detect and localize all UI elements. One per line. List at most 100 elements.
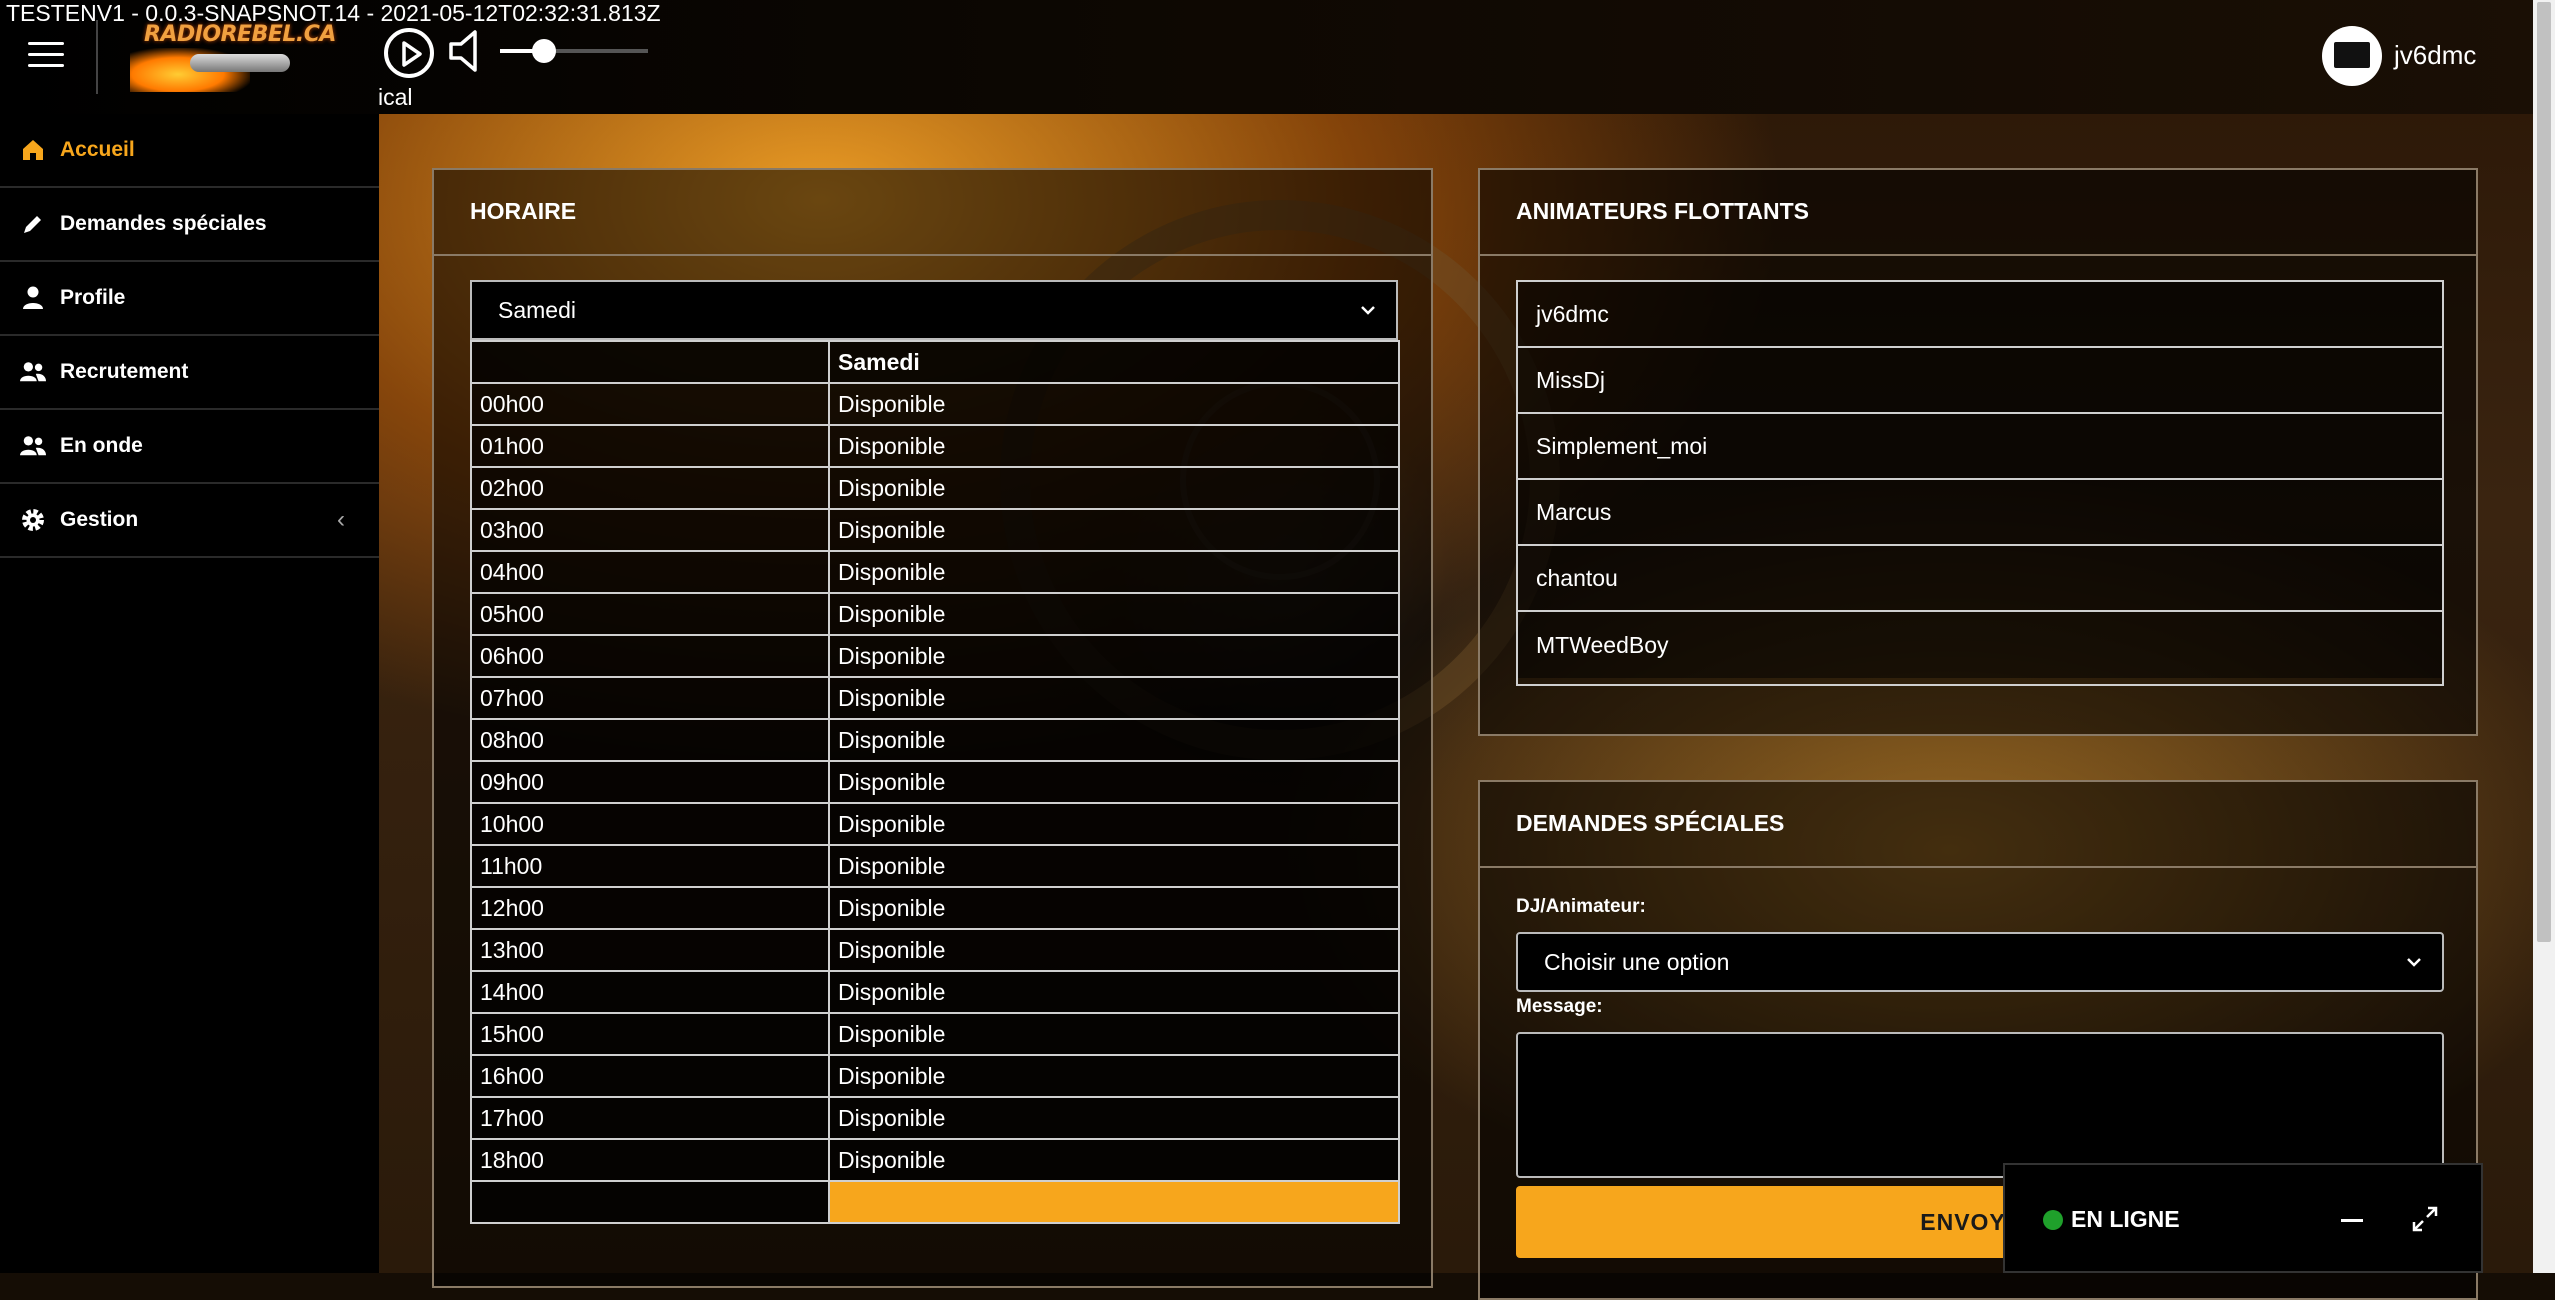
status-cell[interactable]: Disponible bbox=[828, 844, 1400, 888]
table-row: 16h00 Disponible bbox=[470, 1054, 1400, 1098]
chevron-down-icon bbox=[2407, 958, 2421, 967]
table-row: 06h00 Disponible bbox=[470, 634, 1400, 678]
status-cell[interactable]: Disponible bbox=[828, 466, 1400, 510]
logo[interactable]: RADIOREBEL.CA bbox=[130, 18, 336, 92]
users-icon bbox=[20, 359, 46, 385]
chat-widget[interactable]: EN LIGNE bbox=[2003, 1163, 2483, 1273]
table-row: 17h00 Disponible bbox=[470, 1096, 1400, 1140]
floating-hosts-panel: ANIMATEURS FLOTTANTS jv6dmc MissDj Simpl… bbox=[1478, 168, 2478, 736]
table-row bbox=[470, 1180, 1400, 1224]
schedule-panel: HORAIRE Samedi Samedi 00h00 Disponible 01h… bbox=[432, 168, 1433, 1288]
table-row: 12h00 Disponible bbox=[470, 886, 1400, 930]
time-cell: 06h00 bbox=[470, 634, 830, 678]
table-row: 08h00 Disponible bbox=[470, 718, 1400, 762]
day-select-value: Samedi bbox=[498, 296, 576, 323]
sidebar-item-gestion[interactable]: Gestion ‹ bbox=[0, 484, 379, 558]
table-row: 11h00 Disponible bbox=[470, 844, 1400, 888]
status-cell[interactable]: Disponible bbox=[828, 802, 1400, 846]
chat-status-label: EN LIGNE bbox=[2071, 1206, 2180, 1232]
list-item: jv6dmc bbox=[1518, 282, 2442, 348]
status-cell[interactable]: Disponible bbox=[828, 676, 1400, 720]
status-cell[interactable]: Disponible bbox=[828, 1012, 1400, 1056]
status-cell[interactable]: Disponible bbox=[828, 592, 1400, 636]
chevron-left-icon[interactable]: ‹ bbox=[337, 506, 345, 534]
time-cell: 08h00 bbox=[470, 718, 830, 762]
status-cell[interactable]: Disponible bbox=[828, 1138, 1400, 1182]
table-row: 10h00 Disponible bbox=[470, 802, 1400, 846]
sidebar-item-demandes-speciales[interactable]: Demandes spéciales bbox=[0, 188, 379, 262]
volume-slider-knob[interactable] bbox=[532, 39, 557, 63]
dj-select[interactable]: Choisir une option bbox=[1516, 932, 2444, 992]
gear-icon bbox=[20, 507, 46, 533]
time-cell: 02h00 bbox=[470, 466, 830, 510]
status-cell[interactable]: Disponible bbox=[828, 424, 1400, 468]
sidebar-item-en-onde[interactable]: En onde bbox=[0, 410, 379, 484]
table-row: 15h00 Disponible bbox=[470, 1012, 1400, 1056]
schedule-table: Samedi 00h00 Disponible 01h00 Disponible 02h… bbox=[470, 340, 1400, 1224]
time-cell: 09h00 bbox=[470, 760, 830, 804]
sidebar-item-accueil[interactable]: Accueil bbox=[0, 114, 379, 188]
status-cell[interactable] bbox=[828, 1180, 1400, 1224]
scrollbar-thumb[interactable] bbox=[2537, 2, 2551, 942]
status-cell[interactable]: Disponible bbox=[828, 886, 1400, 930]
time-cell: 12h00 bbox=[470, 886, 830, 930]
time-cell: 15h00 bbox=[470, 1012, 830, 1056]
table-row: 03h00 Disponible bbox=[470, 508, 1400, 552]
page-scrollbar[interactable] bbox=[2533, 0, 2555, 1273]
status-cell[interactable]: Disponible bbox=[828, 550, 1400, 594]
sidebar-item-label: Accueil bbox=[60, 138, 135, 161]
player-caption: ical bbox=[378, 84, 413, 110]
time-cell: 13h00 bbox=[470, 928, 830, 972]
status-cell[interactable]: Disponible bbox=[828, 382, 1400, 426]
time-cell: 11h00 bbox=[470, 844, 830, 888]
message-textarea[interactable] bbox=[1516, 1032, 2444, 1178]
logo-text: RADIOREBEL.CA bbox=[144, 22, 336, 47]
status-cell[interactable]: Disponible bbox=[828, 718, 1400, 762]
minimize-icon[interactable] bbox=[2341, 1219, 2363, 1222]
menu-icon[interactable] bbox=[28, 42, 64, 70]
user-icon bbox=[20, 285, 46, 311]
floating-hosts-list: jv6dmc MissDj Simplement_moi Marcus chan… bbox=[1516, 280, 2444, 686]
play-icon[interactable] bbox=[384, 28, 434, 78]
table-row: 01h00 Disponible bbox=[470, 424, 1400, 468]
sidebar-item-label: Demandes spéciales bbox=[60, 212, 267, 235]
online-status-dot bbox=[2043, 1210, 2063, 1230]
day-column-header: Samedi bbox=[828, 340, 1400, 384]
sidebar-item-label: Recrutement bbox=[60, 360, 189, 383]
time-cell: 17h00 bbox=[470, 1096, 830, 1140]
panel-divider bbox=[1480, 254, 2476, 256]
username[interactable]: jv6dmc bbox=[2394, 40, 2476, 71]
time-cell: 01h00 bbox=[470, 424, 830, 468]
avatar[interactable] bbox=[2322, 26, 2382, 86]
status-cell[interactable]: Disponible bbox=[828, 634, 1400, 678]
table-row: 18h00 Disponible bbox=[470, 1138, 1400, 1182]
status-cell[interactable]: Disponible bbox=[828, 508, 1400, 552]
sidebar-item-profile[interactable]: Profile bbox=[0, 262, 379, 336]
day-select[interactable]: Samedi bbox=[470, 280, 1398, 340]
volume-icon[interactable] bbox=[448, 28, 492, 79]
status-cell[interactable]: Disponible bbox=[828, 760, 1400, 804]
time-cell: 00h00 bbox=[470, 382, 830, 426]
time-cell: 07h00 bbox=[470, 676, 830, 720]
table-row: 05h00 Disponible bbox=[470, 592, 1400, 636]
schedule-title: HORAIRE bbox=[470, 198, 577, 224]
status-cell[interactable]: Disponible bbox=[828, 970, 1400, 1014]
volume-slider[interactable] bbox=[500, 39, 648, 63]
sidebar-item-recrutement[interactable]: Recrutement bbox=[0, 336, 379, 410]
pencil-icon bbox=[20, 211, 46, 237]
status-cell[interactable]: Disponible bbox=[828, 1054, 1400, 1098]
status-cell[interactable]: Disponible bbox=[828, 928, 1400, 972]
message-field-label: Message: bbox=[1516, 996, 1603, 1017]
time-cell: 03h00 bbox=[470, 508, 830, 552]
top-bar: TESTENV1 - 0.0.3-SNAPSNOT.14 - 2021-05-1… bbox=[0, 0, 2555, 114]
list-item: Simplement_moi bbox=[1518, 414, 2442, 480]
special-requests-title: DEMANDES SPÉCIALES bbox=[1516, 810, 1785, 836]
table-row: 14h00 Disponible bbox=[470, 970, 1400, 1014]
table-row: 00h00 Disponible bbox=[470, 382, 1400, 426]
sidebar-item-label: En onde bbox=[60, 434, 143, 457]
status-cell[interactable]: Disponible bbox=[828, 1096, 1400, 1140]
header-divider bbox=[96, 20, 98, 94]
time-cell bbox=[470, 1180, 830, 1224]
users-icon bbox=[20, 433, 46, 459]
expand-icon[interactable] bbox=[2411, 1205, 2439, 1238]
